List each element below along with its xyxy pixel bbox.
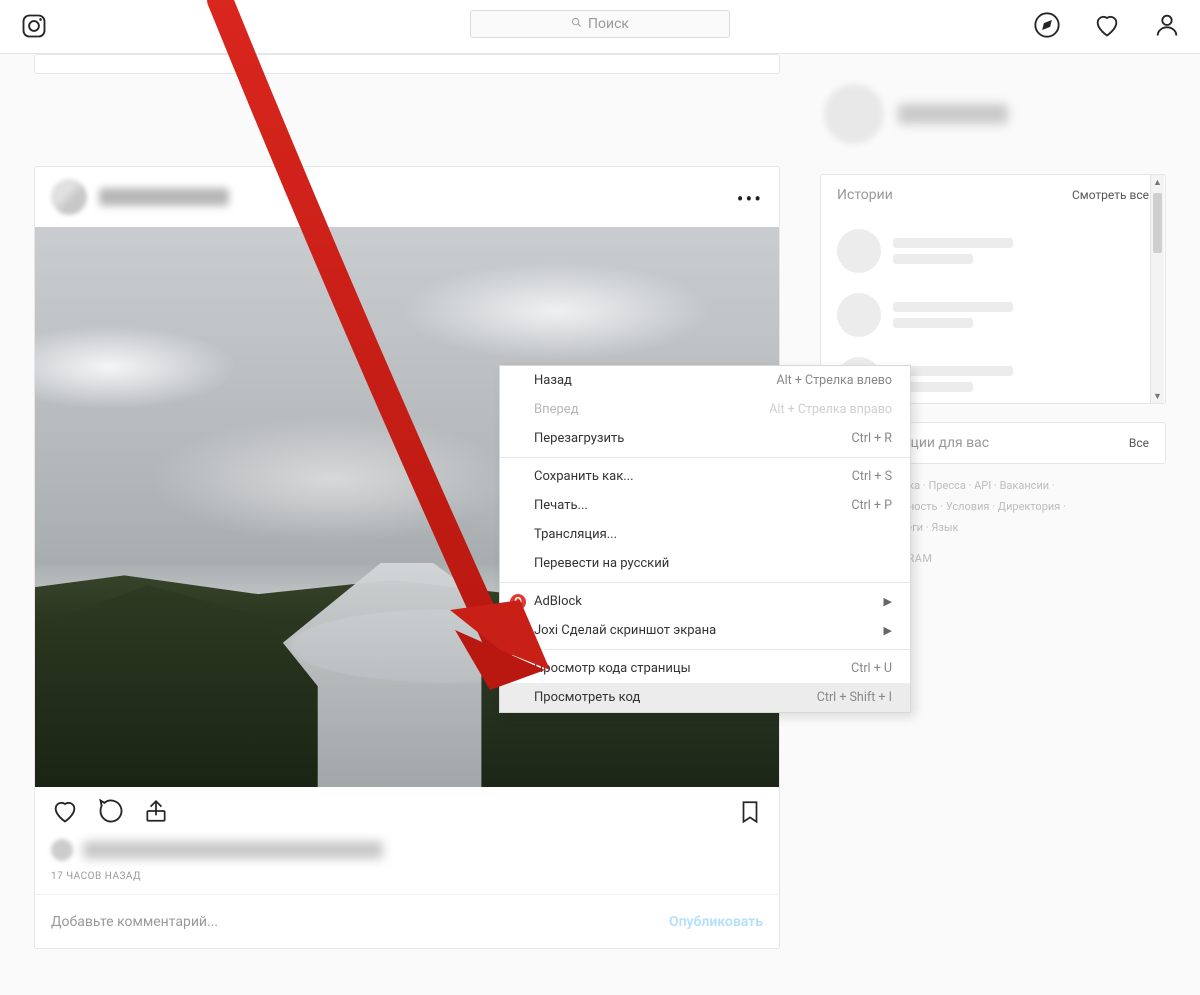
ctx-print-shortcut: Ctrl + P xyxy=(851,498,892,513)
ctx-view-source[interactable]: Просмотр кода страницы Ctrl + U xyxy=(500,654,910,683)
story-avatar xyxy=(837,293,881,337)
submenu-arrow-icon: ▶ xyxy=(884,624,892,637)
post-timestamp: 17 ЧАСОВ НАЗАД xyxy=(35,867,779,894)
ctx-inspect-label: Просмотреть код xyxy=(534,690,640,705)
previous-post-stub xyxy=(34,54,780,74)
ctx-print-label: Печать... xyxy=(534,498,588,513)
ctx-view-source-shortcut: Ctrl + U xyxy=(851,661,892,676)
share-icon[interactable] xyxy=(143,798,169,828)
adblock-icon: O xyxy=(510,594,526,610)
scroll-thumb[interactable] xyxy=(1153,193,1162,253)
header-icons xyxy=(1032,10,1182,40)
like-icon[interactable] xyxy=(51,797,79,829)
ctx-translate-label: Перевести на русский xyxy=(534,556,669,571)
bookmark-icon[interactable] xyxy=(737,799,763,829)
sidebar-profile[interactable] xyxy=(820,76,1166,174)
instagram-logo[interactable] xyxy=(20,12,48,44)
stories-scrollbar[interactable]: ▲ ▼ xyxy=(1150,175,1164,403)
ctx-inspect-shortcut: Ctrl + Shift + I xyxy=(817,690,892,705)
context-menu: Назад Alt + Стрелка влево Вперед Alt + С… xyxy=(499,365,911,713)
comment-input[interactable]: Добавьте комментарий... xyxy=(51,914,218,930)
ctx-back[interactable]: Назад Alt + Стрелка влево xyxy=(500,366,910,395)
search-icon xyxy=(571,17,582,31)
search-placeholder: Поиск xyxy=(588,16,629,32)
stories-header: Истории Смотреть все xyxy=(821,175,1165,215)
comment-icon[interactable] xyxy=(97,797,125,829)
story-item[interactable] xyxy=(827,219,1159,283)
ctx-separator xyxy=(500,457,910,458)
ctx-separator xyxy=(500,649,910,650)
post-actions xyxy=(35,787,779,839)
story-avatar xyxy=(837,229,881,273)
post-header: ••• xyxy=(35,167,779,227)
ctx-back-label: Назад xyxy=(534,373,572,388)
search-input[interactable]: Поиск xyxy=(470,10,730,38)
submenu-arrow-icon: ▶ xyxy=(884,595,892,608)
post-likes-row xyxy=(35,839,779,867)
publish-button[interactable]: Опубликовать xyxy=(669,914,763,930)
ctx-print[interactable]: Печать... Ctrl + P xyxy=(500,491,910,520)
ctx-joxi-label: Joxi Сделай скриншот экрана xyxy=(534,623,716,638)
stories-title: Истории xyxy=(837,187,893,203)
liker-avatar[interactable] xyxy=(51,839,73,861)
profile-icon[interactable] xyxy=(1152,10,1182,40)
ctx-translate[interactable]: Перевести на русский xyxy=(500,549,910,578)
ctx-reload-shortcut: Ctrl + R xyxy=(852,431,893,446)
activity-heart-icon[interactable] xyxy=(1092,10,1122,40)
ctx-inspect[interactable]: Просмотреть код Ctrl + Shift + I xyxy=(500,683,910,712)
ctx-save-as[interactable]: Сохранить как... Ctrl + S xyxy=(500,462,910,491)
explore-icon[interactable] xyxy=(1032,10,1062,40)
scroll-down-icon[interactable]: ▼ xyxy=(1151,389,1164,403)
ctx-cast[interactable]: Трансляция... xyxy=(500,520,910,549)
ctx-back-shortcut: Alt + Стрелка влево xyxy=(776,373,892,388)
ctx-save-as-label: Сохранить как... xyxy=(534,469,634,484)
sidebar-profile-username xyxy=(898,104,1008,124)
ctx-forward: Вперед Alt + Стрелка вправо xyxy=(500,395,910,424)
ctx-adblock-label: AdBlock xyxy=(534,594,582,609)
ctx-adblock[interactable]: O AdBlock ▶ xyxy=(500,587,910,616)
ctx-save-as-shortcut: Ctrl + S xyxy=(852,469,892,484)
ctx-forward-label: Вперед xyxy=(534,402,579,417)
stories-see-all[interactable]: Смотреть все xyxy=(1072,188,1149,202)
story-item[interactable] xyxy=(827,283,1159,347)
ctx-reload[interactable]: Перезагрузить Ctrl + R xyxy=(500,424,910,453)
ctx-forward-shortcut: Alt + Стрелка вправо xyxy=(769,402,892,417)
ctx-view-source-label: Просмотр кода страницы xyxy=(534,661,691,676)
post-author-avatar[interactable] xyxy=(51,179,87,215)
post-more-button[interactable]: ••• xyxy=(737,187,763,211)
sidebar-profile-avatar xyxy=(824,84,884,144)
likes-text[interactable] xyxy=(83,841,383,859)
post-author-username[interactable] xyxy=(99,188,229,206)
scroll-up-icon[interactable]: ▲ xyxy=(1151,175,1164,189)
top-nav: Поиск xyxy=(0,0,1200,54)
ctx-cast-label: Трансляция... xyxy=(534,527,617,542)
ctx-joxi[interactable]: Joxi Сделай скриншот экрана ▶ xyxy=(500,616,910,645)
ctx-reload-label: Перезагрузить xyxy=(534,431,624,446)
ctx-separator xyxy=(500,582,910,583)
comment-box: Добавьте комментарий... Опубликовать xyxy=(35,894,779,948)
recommendations-all[interactable]: Все xyxy=(1129,436,1149,450)
